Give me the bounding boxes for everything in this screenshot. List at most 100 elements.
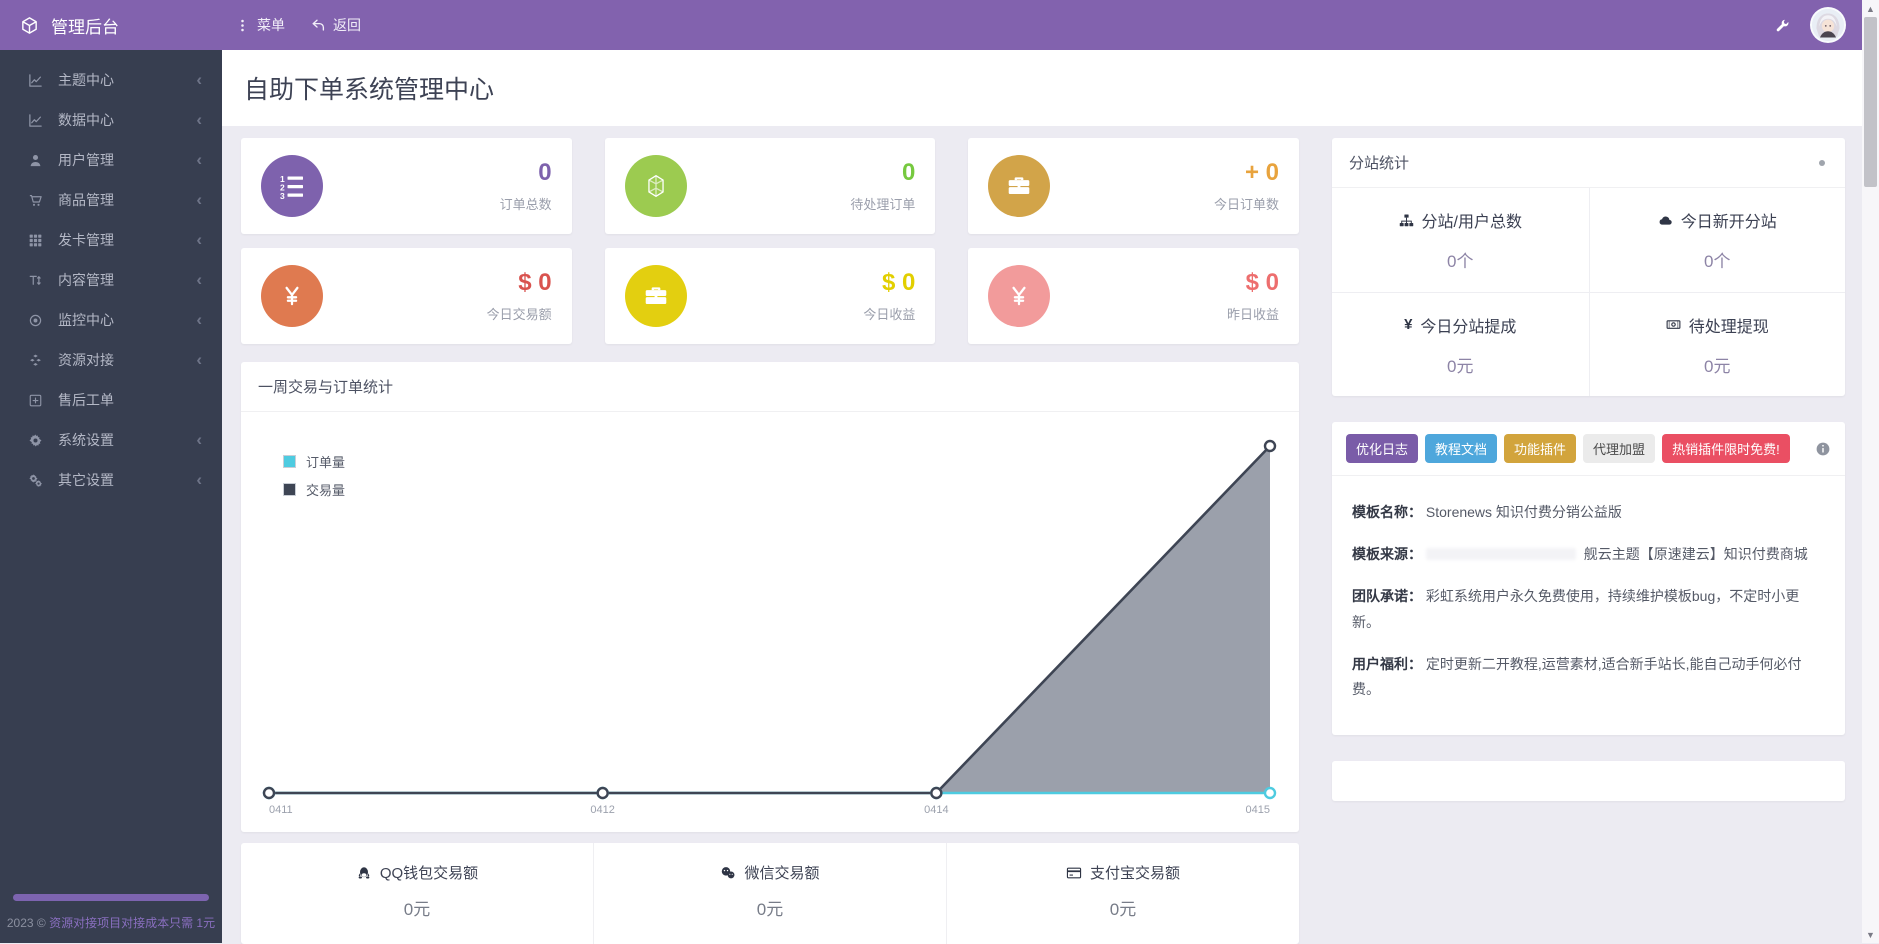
sidebar-item[interactable]: 售后工单 — [0, 380, 222, 420]
promo-paragraph-label: 用户福利： — [1352, 656, 1422, 672]
avatar[interactable] — [1810, 7, 1846, 43]
substation-grid: 分站/用户总数 0个 今日新开分站 0个 ¥ 今日分站提成 0元 待处理提现 0… — [1332, 188, 1845, 396]
sidebar-item-label: 发卡管理 — [58, 230, 114, 250]
stat-label: 今日收益 — [863, 304, 915, 323]
x-axis-labels: 0411041204140415 — [269, 804, 1270, 820]
chevron-left-icon: ‹ — [196, 110, 202, 130]
sidebar-item[interactable]: 商品管理 ‹ — [0, 180, 222, 220]
copyright: 2023 © 资源对接项目对接成本只需 1元 — [0, 913, 222, 933]
gear-icon — [26, 433, 45, 448]
text-height-icon — [26, 273, 45, 288]
cart-icon — [26, 193, 45, 208]
substation-cell-label: 分站/用户总数 — [1422, 208, 1522, 232]
sidebar-item[interactable]: 资源对接 ‹ — [0, 340, 222, 380]
sidebar-item-label: 系统设置 — [58, 430, 114, 450]
card-icon — [1066, 865, 1082, 881]
left-column: 123 0 订单总数 0 待处理订单 + 0 今日订单数 $ 0 今日交易额 $… — [241, 138, 1299, 944]
content: 123 0 订单总数 0 待处理订单 + 0 今日订单数 $ 0 今日交易额 $… — [222, 126, 1862, 944]
menu-dots-icon — [235, 18, 250, 33]
info-icon[interactable] — [1815, 441, 1831, 457]
vertical-scrollbar[interactable]: ▲ ▼ — [1862, 0, 1879, 943]
gem-icon — [625, 155, 687, 217]
stat-value: + 0 — [1214, 159, 1279, 187]
chart-plot — [269, 412, 1270, 799]
sidebar-item[interactable]: 发卡管理 ‹ — [0, 220, 222, 260]
promo-panel: 优化日志教程文档功能插件代理加盟热销插件限时免费! 模板名称： Storenew… — [1332, 422, 1845, 735]
stat-value: 0 — [500, 159, 552, 187]
topbar-nav: 菜单 返回 — [222, 0, 374, 50]
chart-legend: 订单量 交易量 — [283, 452, 345, 499]
stat-label: 昨日收益 — [1227, 304, 1279, 323]
wrench-icon[interactable] — [1775, 18, 1790, 33]
brand-title: 管理后台 — [51, 13, 119, 38]
promo-badge[interactable]: 热销插件限时免费! — [1662, 434, 1790, 463]
promo-paragraph: 模板来源： 舰云主题【原速建云】知识付费商城 — [1352, 542, 1825, 568]
pay-stat-cell: 微信交易额 0元 — [594, 843, 947, 944]
substation-cell-value: 0元 — [1447, 352, 1473, 377]
scrollbar-thumb[interactable] — [1864, 17, 1877, 187]
user-icon — [26, 153, 45, 168]
legend-item[interactable]: 交易量 — [283, 480, 345, 499]
stat-label: 今日交易额 — [487, 304, 552, 323]
next-panel-sliver — [1332, 761, 1845, 801]
back-button[interactable]: 返回 — [298, 0, 374, 50]
briefcase-icon — [625, 265, 687, 327]
stat-card: 0 待处理订单 — [605, 138, 936, 234]
stat-value: $ 0 — [863, 269, 915, 297]
dot-icon — [1816, 157, 1828, 169]
chevron-left-icon: ‹ — [196, 230, 202, 250]
substation-cell-value: 0个 — [1704, 247, 1730, 272]
promo-badge[interactable]: 代理加盟 — [1583, 434, 1655, 463]
sidebar-footer: 2023 © 资源对接项目对接成本只需 1元 — [0, 894, 222, 943]
chart-body: 订单量 交易量 0411041204140415 — [241, 412, 1299, 832]
promo-badge[interactable]: 功能插件 — [1504, 434, 1576, 463]
substation-cell-value: 0个 — [1447, 247, 1473, 272]
substation-cell-label: 今日新开分站 — [1681, 208, 1777, 232]
sidebar: 主题中心 ‹ 数据中心 ‹ 用户管理 ‹ 商品管理 ‹ 发卡管理 ‹ 内容管理 … — [0, 50, 222, 943]
sidebar-item[interactable]: 内容管理 ‹ — [0, 260, 222, 300]
legend-item[interactable]: 订单量 — [283, 452, 345, 471]
sidebar-item-label: 售后工单 — [58, 390, 114, 410]
qq-icon — [356, 865, 372, 881]
promo-body: 模板名称： Storenews 知识付费分销公益版 模板来源： 舰云主题【原速建… — [1332, 476, 1845, 735]
stat-label: 今日订单数 — [1214, 194, 1279, 213]
scroll-up-arrow[interactable]: ▲ — [1862, 0, 1879, 17]
menu-button-label: 菜单 — [257, 15, 285, 35]
pay-stat-label: 支付宝交易额 — [1090, 862, 1180, 883]
sidebar-divider-bar — [13, 894, 209, 901]
chart-line-icon — [26, 73, 45, 88]
promo-paragraph-label: 团队承诺： — [1352, 588, 1422, 604]
chart-panel-head: 一周交易与订单统计 — [241, 362, 1299, 412]
sidebar-item[interactable]: 主题中心 ‹ — [0, 60, 222, 100]
sidebar-item[interactable]: 监控中心 ‹ — [0, 300, 222, 340]
chart-panel: 一周交易与订单统计 订单量 交易量 0411041204140415 — [241, 362, 1299, 832]
sidebar-item[interactable]: 数据中心 ‹ — [0, 100, 222, 140]
right-column: 分站统计 分站/用户总数 0个 今日新开分站 0个 ¥ 今日分站提成 0元 待处… — [1332, 138, 1845, 801]
copyright-link[interactable]: 资源对接项目对接成本只需 1元 — [49, 916, 215, 930]
chevron-left-icon: ‹ — [196, 270, 202, 290]
substation-title: 分站统计 — [1349, 152, 1409, 173]
menu-button[interactable]: 菜单 — [222, 0, 298, 50]
cubes-icon — [26, 353, 45, 368]
sidebar-item[interactable]: 其它设置 ‹ — [0, 460, 222, 500]
sidebar-item[interactable]: 系统设置 ‹ — [0, 420, 222, 460]
sidebar-item[interactable]: 用户管理 ‹ — [0, 140, 222, 180]
sidebar-item-label: 数据中心 — [58, 110, 114, 130]
promo-paragraph-label: 模板来源： — [1352, 546, 1422, 562]
sidebar-menu: 主题中心 ‹ 数据中心 ‹ 用户管理 ‹ 商品管理 ‹ 发卡管理 ‹ 内容管理 … — [0, 50, 222, 894]
legend-swatch — [283, 455, 296, 468]
reply-icon — [311, 18, 326, 33]
chart-canvas — [269, 412, 1270, 799]
legend-swatch — [283, 483, 296, 496]
promo-badge[interactable]: 教程文档 — [1425, 434, 1497, 463]
main: 自助下单系统管理中心 123 0 订单总数 0 待处理订单 + 0 今日订单数 … — [222, 0, 1862, 944]
substation-panel-head: 分站统计 — [1332, 138, 1845, 188]
stat-card: $ 0 昨日收益 — [968, 248, 1299, 344]
promo-paragraph: 用户福利： 定时更新二开教程,运营素材,适合新手站长,能自己动手何必付费。 — [1352, 652, 1825, 704]
x-axis-label: 0414 — [924, 804, 948, 816]
scroll-down-arrow[interactable]: ▼ — [1862, 926, 1879, 943]
yen-icon — [261, 265, 323, 327]
promo-badge[interactable]: 优化日志 — [1346, 434, 1418, 463]
yen-text-icon: ¥ — [1404, 317, 1412, 332]
yen-icon — [988, 265, 1050, 327]
